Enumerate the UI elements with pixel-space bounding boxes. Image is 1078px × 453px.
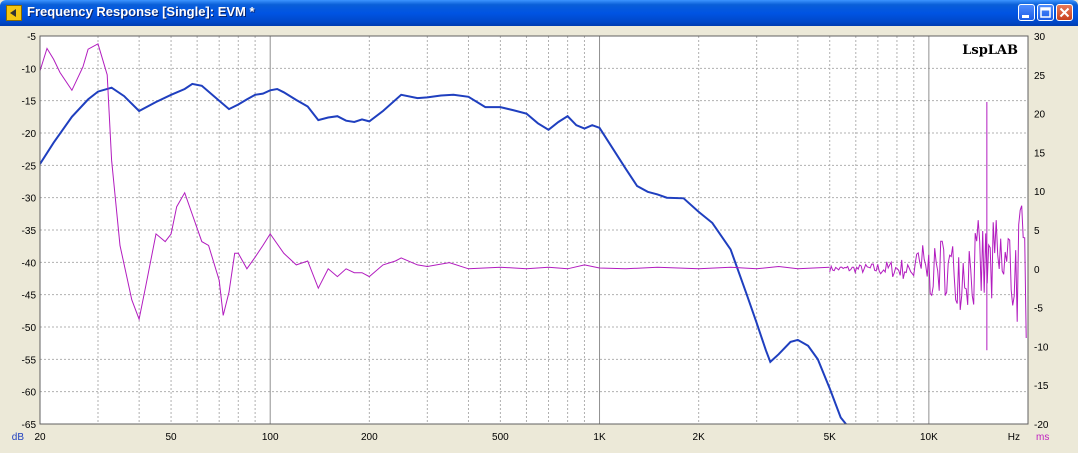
x-tick-label: 200 — [361, 432, 378, 443]
x-tick-label: 2K — [693, 432, 706, 443]
y-left-tick-label: -55 — [22, 355, 37, 366]
y-right-tick-label: -15 — [1034, 381, 1049, 392]
x-tick-label: 20 — [34, 432, 46, 443]
maximize-button[interactable] — [1037, 4, 1054, 21]
y-right-tick-label: 15 — [1034, 148, 1046, 159]
x-tick-label: 50 — [165, 432, 177, 443]
y-right-tick-label: 30 — [1034, 32, 1046, 43]
y-left-tick-label: -40 — [22, 258, 37, 269]
y-right-tick-label: 0 — [1034, 265, 1040, 276]
x-tick-label: 5K — [824, 432, 837, 443]
speaker-icon[interactable] — [6, 5, 22, 21]
y-left-tick-label: -5 — [27, 32, 36, 43]
y-left-tick-label: -65 — [22, 420, 37, 431]
y-left-tick-label: -30 — [22, 194, 37, 205]
x-tick-label: 1K — [593, 432, 606, 443]
y-left-unit: dB — [12, 432, 25, 443]
y-left-tick-label: -20 — [22, 129, 37, 140]
window-title: Frequency Response [Single]: EVM * — [27, 4, 255, 19]
x-tick-label: 100 — [262, 432, 279, 443]
y-left-tick-label: -50 — [22, 323, 37, 334]
y-right-tick-label: 5 — [1034, 226, 1040, 237]
close-button[interactable] — [1056, 4, 1073, 21]
y-right-tick-label: -5 — [1034, 304, 1043, 315]
minimize-button[interactable] — [1018, 4, 1035, 21]
y-right-tick-label: 20 — [1034, 110, 1046, 121]
y-left-tick-label: -10 — [22, 64, 37, 75]
y-right-tick-label: 25 — [1034, 71, 1046, 82]
y-left-tick-label: -15 — [22, 97, 37, 108]
minimize-icon — [1022, 15, 1029, 18]
y-right-tick-label: -10 — [1034, 342, 1049, 353]
title-bar[interactable]: Frequency Response [Single]: EVM * — [0, 0, 1078, 26]
close-icon — [1059, 7, 1070, 18]
y-left-tick-label: -35 — [22, 226, 37, 237]
frequency-response-chart[interactable]: -5-10-15-20-25-30-35-40-45-50-55-60-6530… — [0, 26, 1078, 453]
y-left-tick-label: -60 — [22, 388, 37, 399]
y-right-unit: ms — [1036, 432, 1049, 443]
x-tick-label: 500 — [492, 432, 509, 443]
app-window: Frequency Response [Single]: EVM * -5 -10… — [0, 0, 1078, 453]
y-left-tick-label: -45 — [22, 291, 37, 302]
y-right-tick-label: 10 — [1034, 187, 1046, 198]
y-right-tick-label: -20 — [1034, 420, 1049, 431]
maximize-icon — [1040, 7, 1051, 18]
x-tick-label: 10K — [920, 432, 938, 443]
y-left-tick-label: -25 — [22, 161, 37, 172]
brand-logo: LspLAB — [962, 43, 1018, 58]
x-axis-unit: Hz — [1008, 432, 1020, 443]
